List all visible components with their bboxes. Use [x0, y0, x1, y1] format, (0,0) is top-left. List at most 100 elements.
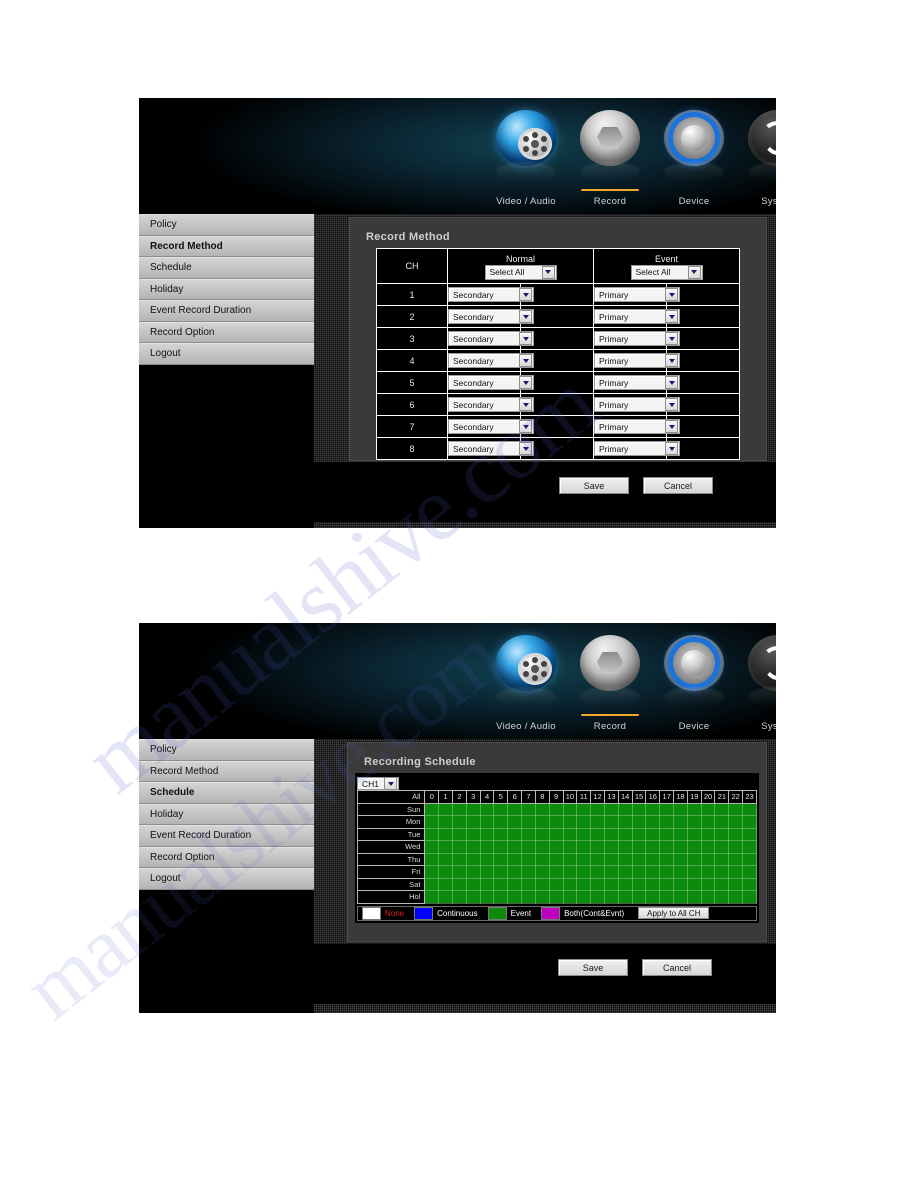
schedule-cell[interactable]: [534, 877, 550, 891]
nav-item-system[interactable]: System: [743, 110, 776, 207]
schedule-cell[interactable]: [521, 865, 536, 879]
schedule-cell[interactable]: [631, 877, 647, 891]
schedule-cell[interactable]: [631, 815, 647, 829]
schedule-cell[interactable]: [479, 815, 495, 829]
schedule-cell[interactable]: [493, 852, 509, 866]
sidebar-item-record-option[interactable]: Record Option: [139, 321, 314, 343]
schedule-cell[interactable]: [714, 852, 730, 866]
schedule-cell[interactable]: [452, 840, 467, 854]
schedule-cell[interactable]: [465, 865, 481, 879]
hour-header[interactable]: 23: [742, 790, 757, 804]
schedule-cell[interactable]: [645, 802, 661, 816]
sidebar-item-schedule[interactable]: Schedule: [139, 257, 314, 279]
schedule-cell[interactable]: [617, 827, 633, 841]
schedule-cell[interactable]: [534, 827, 550, 841]
schedule-cell[interactable]: [424, 852, 440, 866]
schedule-cell[interactable]: [576, 827, 592, 841]
schedule-cell[interactable]: [521, 802, 536, 816]
legend-swatch-both[interactable]: [541, 906, 561, 920]
schedule-cell[interactable]: [686, 802, 702, 816]
schedule-cell[interactable]: [659, 865, 675, 879]
nav-item-video-audio[interactable]: Video / Audio: [491, 635, 561, 732]
schedule-cell[interactable]: [631, 827, 647, 841]
schedule-cell[interactable]: [424, 827, 440, 841]
schedule-cell[interactable]: [659, 815, 675, 829]
event-select-all-dropdown[interactable]: Select All: [630, 264, 703, 280]
schedule-day-label[interactable]: Sat: [356, 877, 426, 891]
legend-swatch-continuous[interactable]: [414, 906, 434, 920]
schedule-cell[interactable]: [631, 852, 647, 866]
schedule-cell[interactable]: [659, 840, 675, 854]
sidebar-item-record-option[interactable]: Record Option: [139, 846, 314, 868]
schedule-cell[interactable]: [590, 890, 605, 904]
schedule-cell[interactable]: [590, 840, 605, 854]
hour-header[interactable]: 7: [521, 790, 536, 804]
schedule-cell[interactable]: [507, 865, 523, 879]
schedule-cell[interactable]: [562, 877, 578, 891]
schedule-cell[interactable]: [728, 852, 744, 866]
schedule-cell[interactable]: [728, 840, 744, 854]
schedule-cell[interactable]: [686, 877, 702, 891]
schedule-cell[interactable]: [576, 865, 592, 879]
schedule-cell[interactable]: [603, 890, 619, 904]
schedule-cell[interactable]: [576, 802, 592, 816]
schedule-cell[interactable]: [562, 815, 578, 829]
schedule-cell[interactable]: [507, 815, 523, 829]
schedule-cell[interactable]: [452, 890, 467, 904]
schedule-cell[interactable]: [659, 802, 675, 816]
schedule-cell[interactable]: [465, 877, 481, 891]
schedule-cell[interactable]: [562, 840, 578, 854]
schedule-cell[interactable]: [603, 852, 619, 866]
schedule-cell[interactable]: [659, 827, 675, 841]
legend-swatch-event[interactable]: [487, 906, 507, 920]
schedule-cell[interactable]: [728, 877, 744, 891]
hour-header[interactable]: 21: [714, 790, 730, 804]
hour-header[interactable]: 15: [631, 790, 647, 804]
hour-header[interactable]: 2: [452, 790, 467, 804]
schedule-cell[interactable]: [493, 877, 509, 891]
save-button[interactable]: Save: [558, 959, 628, 976]
schedule-cell[interactable]: [548, 865, 564, 879]
schedule-cell[interactable]: [728, 815, 744, 829]
schedule-cell[interactable]: [645, 815, 661, 829]
schedule-cell[interactable]: [700, 877, 716, 891]
schedule-cell[interactable]: [645, 877, 661, 891]
hour-header[interactable]: 22: [728, 790, 744, 804]
hour-header[interactable]: 11: [576, 790, 592, 804]
schedule-cell[interactable]: [631, 802, 647, 816]
schedule-cell[interactable]: [645, 890, 661, 904]
schedule-cell[interactable]: [714, 827, 730, 841]
schedule-cell[interactable]: [465, 840, 481, 854]
schedule-cell[interactable]: [603, 827, 619, 841]
schedule-cell[interactable]: [479, 802, 495, 816]
cancel-button[interactable]: Cancel: [643, 477, 713, 494]
schedule-cell[interactable]: [465, 802, 481, 816]
schedule-cell[interactable]: [700, 840, 716, 854]
schedule-cell[interactable]: [714, 840, 730, 854]
schedule-cell[interactable]: [590, 852, 605, 866]
schedule-cell[interactable]: [742, 877, 757, 891]
schedule-cell[interactable]: [493, 802, 509, 816]
hour-header[interactable]: 12: [590, 790, 605, 804]
hour-header[interactable]: 3: [465, 790, 481, 804]
hour-header[interactable]: 9: [548, 790, 564, 804]
schedule-cell[interactable]: [617, 890, 633, 904]
nav-item-record[interactable]: Record: [575, 110, 645, 207]
schedule-cell[interactable]: [438, 840, 454, 854]
schedule-cell[interactable]: [686, 852, 702, 866]
schedule-cell[interactable]: [645, 840, 661, 854]
schedule-cell[interactable]: [590, 802, 605, 816]
schedule-cell[interactable]: [438, 890, 454, 904]
sidebar-item-record-method[interactable]: Record Method: [139, 760, 314, 782]
normal-dropdown[interactable]: Secondary: [448, 287, 534, 302]
schedule-cell[interactable]: [603, 815, 619, 829]
schedule-cell[interactable]: [452, 852, 467, 866]
schedule-cell[interactable]: [617, 802, 633, 816]
schedule-cell[interactable]: [562, 865, 578, 879]
schedule-cell[interactable]: [534, 890, 550, 904]
all-row-label[interactable]: All: [356, 790, 426, 804]
sidebar-item-holiday[interactable]: Holiday: [139, 278, 314, 300]
normal-dropdown[interactable]: Secondary: [448, 375, 534, 390]
schedule-cell[interactable]: [493, 840, 509, 854]
schedule-cell[interactable]: [548, 802, 564, 816]
